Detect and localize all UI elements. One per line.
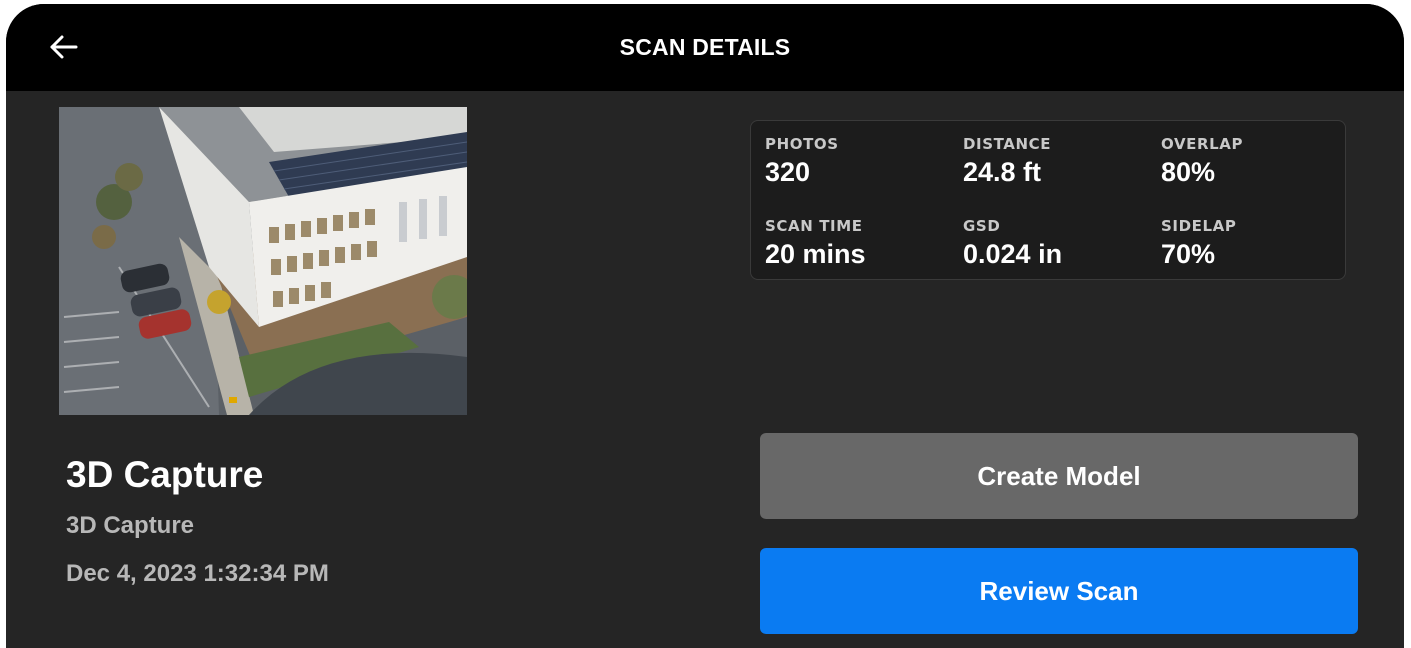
stat-value: 0.024 in bbox=[963, 239, 1063, 269]
scan-stats-card: PHOTOS 320 DISTANCE 24.8 ft OVERLAP 80% … bbox=[750, 120, 1346, 280]
stat-distance: DISTANCE 24.8 ft bbox=[963, 135, 1051, 188]
stat-label: SIDELAP bbox=[1161, 217, 1237, 235]
stat-label: OVERLAP bbox=[1161, 135, 1244, 153]
stat-overlap: OVERLAP 80% bbox=[1161, 135, 1243, 188]
stat-value: 80% bbox=[1161, 157, 1216, 187]
stat-value: 20 mins bbox=[765, 239, 866, 269]
aerial-building-photo bbox=[59, 107, 467, 415]
scan-title: 3D Capture bbox=[66, 454, 264, 495]
review-scan-button[interactable]: Review Scan bbox=[760, 548, 1358, 634]
stat-value: 24.8 ft bbox=[963, 157, 1042, 187]
scan-date: Dec 4, 2023 1:32:34 PM bbox=[66, 560, 329, 587]
page-title: SCAN DETAILS bbox=[619, 34, 791, 60]
stat-label: PHOTOS bbox=[765, 135, 839, 153]
scan-details-screen: SCAN DETAILS 3D Capture 3D Capture Dec 4… bbox=[6, 4, 1404, 648]
stat-label: DISTANCE bbox=[963, 135, 1052, 153]
stat-value: 70% bbox=[1161, 239, 1216, 269]
stat-photos: PHOTOS 320 bbox=[765, 135, 839, 188]
stat-scan-time: SCAN TIME 20 mins bbox=[765, 217, 866, 270]
scan-subtitle: 3D Capture bbox=[66, 512, 195, 539]
stat-label: SCAN TIME bbox=[765, 217, 863, 235]
create-model-button[interactable]: Create Model bbox=[760, 433, 1358, 519]
stat-value: 320 bbox=[765, 157, 811, 187]
scan-thumbnail bbox=[59, 107, 467, 415]
stat-sidelap: SIDELAP 70% bbox=[1161, 217, 1236, 270]
stat-label: GSD bbox=[963, 217, 1001, 235]
header-bar: SCAN DETAILS bbox=[6, 4, 1404, 91]
stat-gsd: GSD 0.024 in bbox=[963, 217, 1062, 270]
